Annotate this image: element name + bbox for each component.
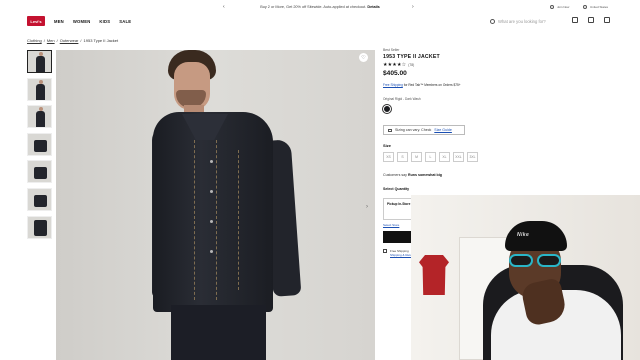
size-guide-link[interactable]: Size Guide (434, 128, 452, 132)
product-badge: Best Seller (383, 48, 400, 52)
sizing-text: Sizing can vary. Check (395, 128, 432, 132)
hanging-red-shirt (419, 255, 449, 295)
rating[interactable]: ★★★★☆ (78) (383, 62, 633, 68)
thumbnail-3[interactable] (27, 105, 52, 129)
locale-label: United States (590, 5, 609, 9)
size-l[interactable]: L (425, 152, 436, 162)
breadcrumb-outerwear[interactable]: Outerwear (60, 38, 79, 43)
thumbnail-7[interactable] (27, 215, 52, 239)
thumbnail-2[interactable] (27, 77, 52, 101)
search-input[interactable]: What are you looking for? (498, 19, 546, 24)
nav-kids[interactable]: KIDS (99, 19, 110, 24)
thumbnail-6[interactable] (27, 187, 52, 211)
cart-icon[interactable] (604, 17, 610, 23)
favorite-heart-icon[interactable]: ♡ (359, 53, 368, 62)
locale-selector[interactable]: United States (583, 5, 608, 9)
breadcrumb-sep: / (80, 38, 82, 43)
size-xs[interactable]: XS (383, 152, 394, 162)
promo-details-link[interactable]: Details (367, 5, 379, 9)
globe-icon (583, 5, 587, 9)
user-icon (550, 5, 554, 9)
main-nav: MEN WOMEN KIDS SALE (54, 19, 131, 24)
size-label: Size (383, 143, 392, 148)
truck-icon (383, 249, 387, 253)
breadcrumb-sep: / (43, 38, 45, 43)
header-icons (572, 17, 610, 23)
nav-sale[interactable]: SALE (119, 19, 131, 24)
rating-stars-icon: ★★★★☆ (383, 62, 407, 68)
size-guide-box: Sizing can vary. Check Size Guide (383, 125, 465, 135)
promo-prev-arrow[interactable]: ‹ (223, 4, 225, 10)
promo-text: Buy 2 or More, Get 20% off Sitewide. Aut… (260, 5, 380, 9)
beanie-logo: Nike (517, 232, 530, 238)
size-s[interactable]: S (397, 152, 408, 162)
promo-message: Buy 2 or More, Get 20% off Sitewide. Aut… (260, 5, 367, 9)
color-label: Original Rigid - Dark Wash (383, 97, 421, 101)
nav-men[interactable]: MEN (54, 19, 64, 24)
search-box[interactable]: What are you looking for? (490, 17, 558, 26)
promo-next-arrow[interactable]: › (412, 4, 414, 10)
thumbnail-1[interactable] (27, 50, 52, 73)
free-shipping-link[interactable]: Free Shipping (383, 83, 403, 87)
breadcrumb: Clothing / Men / Outerwear / 1953 Type I… (27, 38, 118, 43)
review-count: (78) (408, 63, 415, 67)
shipping-note-text: for Red Tab™ Members on Orders $75+ (403, 83, 461, 87)
join-now-label: Join Now (557, 5, 570, 9)
size-m[interactable]: M (411, 152, 422, 162)
thumbnail-4[interactable] (27, 132, 52, 156)
breadcrumb-men[interactable]: Men (47, 38, 55, 43)
size-options: XS S M L XL XXL 3XL (383, 152, 633, 162)
breadcrumb-sep: / (56, 38, 58, 43)
size-xl[interactable]: XL (439, 152, 450, 162)
ruler-icon (388, 128, 392, 132)
breadcrumb-current: 1953 Type II Jacket (83, 38, 119, 43)
breadcrumb-clothing[interactable]: Clothing (27, 38, 42, 43)
shipping-note: Free Shipping for Red Tab™ Members on Or… (383, 83, 633, 87)
quantity-label: Select Quantity (383, 187, 410, 191)
fit-note: Customers say Runs somewhat big (383, 173, 633, 177)
nav-women[interactable]: WOMEN (73, 19, 91, 24)
notification-icon[interactable] (572, 17, 578, 23)
fit-prefix: Customers say (383, 173, 407, 177)
webcam-overlay: Nike (411, 195, 640, 360)
search-icon (490, 19, 495, 24)
product-main-image[interactable] (56, 50, 375, 360)
size-3xl[interactable]: 3XL (467, 152, 478, 162)
product-title: 1953 TYPE II JACKET (383, 54, 440, 60)
thumbnail-5[interactable] (27, 160, 52, 184)
promo-bar: ‹ Buy 2 or More, Get 20% off Sitewide. A… (0, 0, 640, 14)
fit-value: Runs somewhat big (407, 173, 442, 177)
product-price: $405.00 (383, 70, 407, 77)
pickup-label: Pickup In-Store (387, 202, 411, 206)
account-link[interactable]: Join Now (550, 5, 569, 9)
image-next-arrow-icon[interactable]: › (366, 204, 368, 210)
thumbnail-strip (27, 50, 52, 243)
blue-glasses (509, 254, 563, 268)
wishlist-icon[interactable] (588, 17, 594, 23)
color-swatch-dark[interactable] (382, 104, 392, 114)
brand-logo[interactable]: Levi's (27, 16, 45, 26)
size-xxl[interactable]: XXL (453, 152, 464, 162)
